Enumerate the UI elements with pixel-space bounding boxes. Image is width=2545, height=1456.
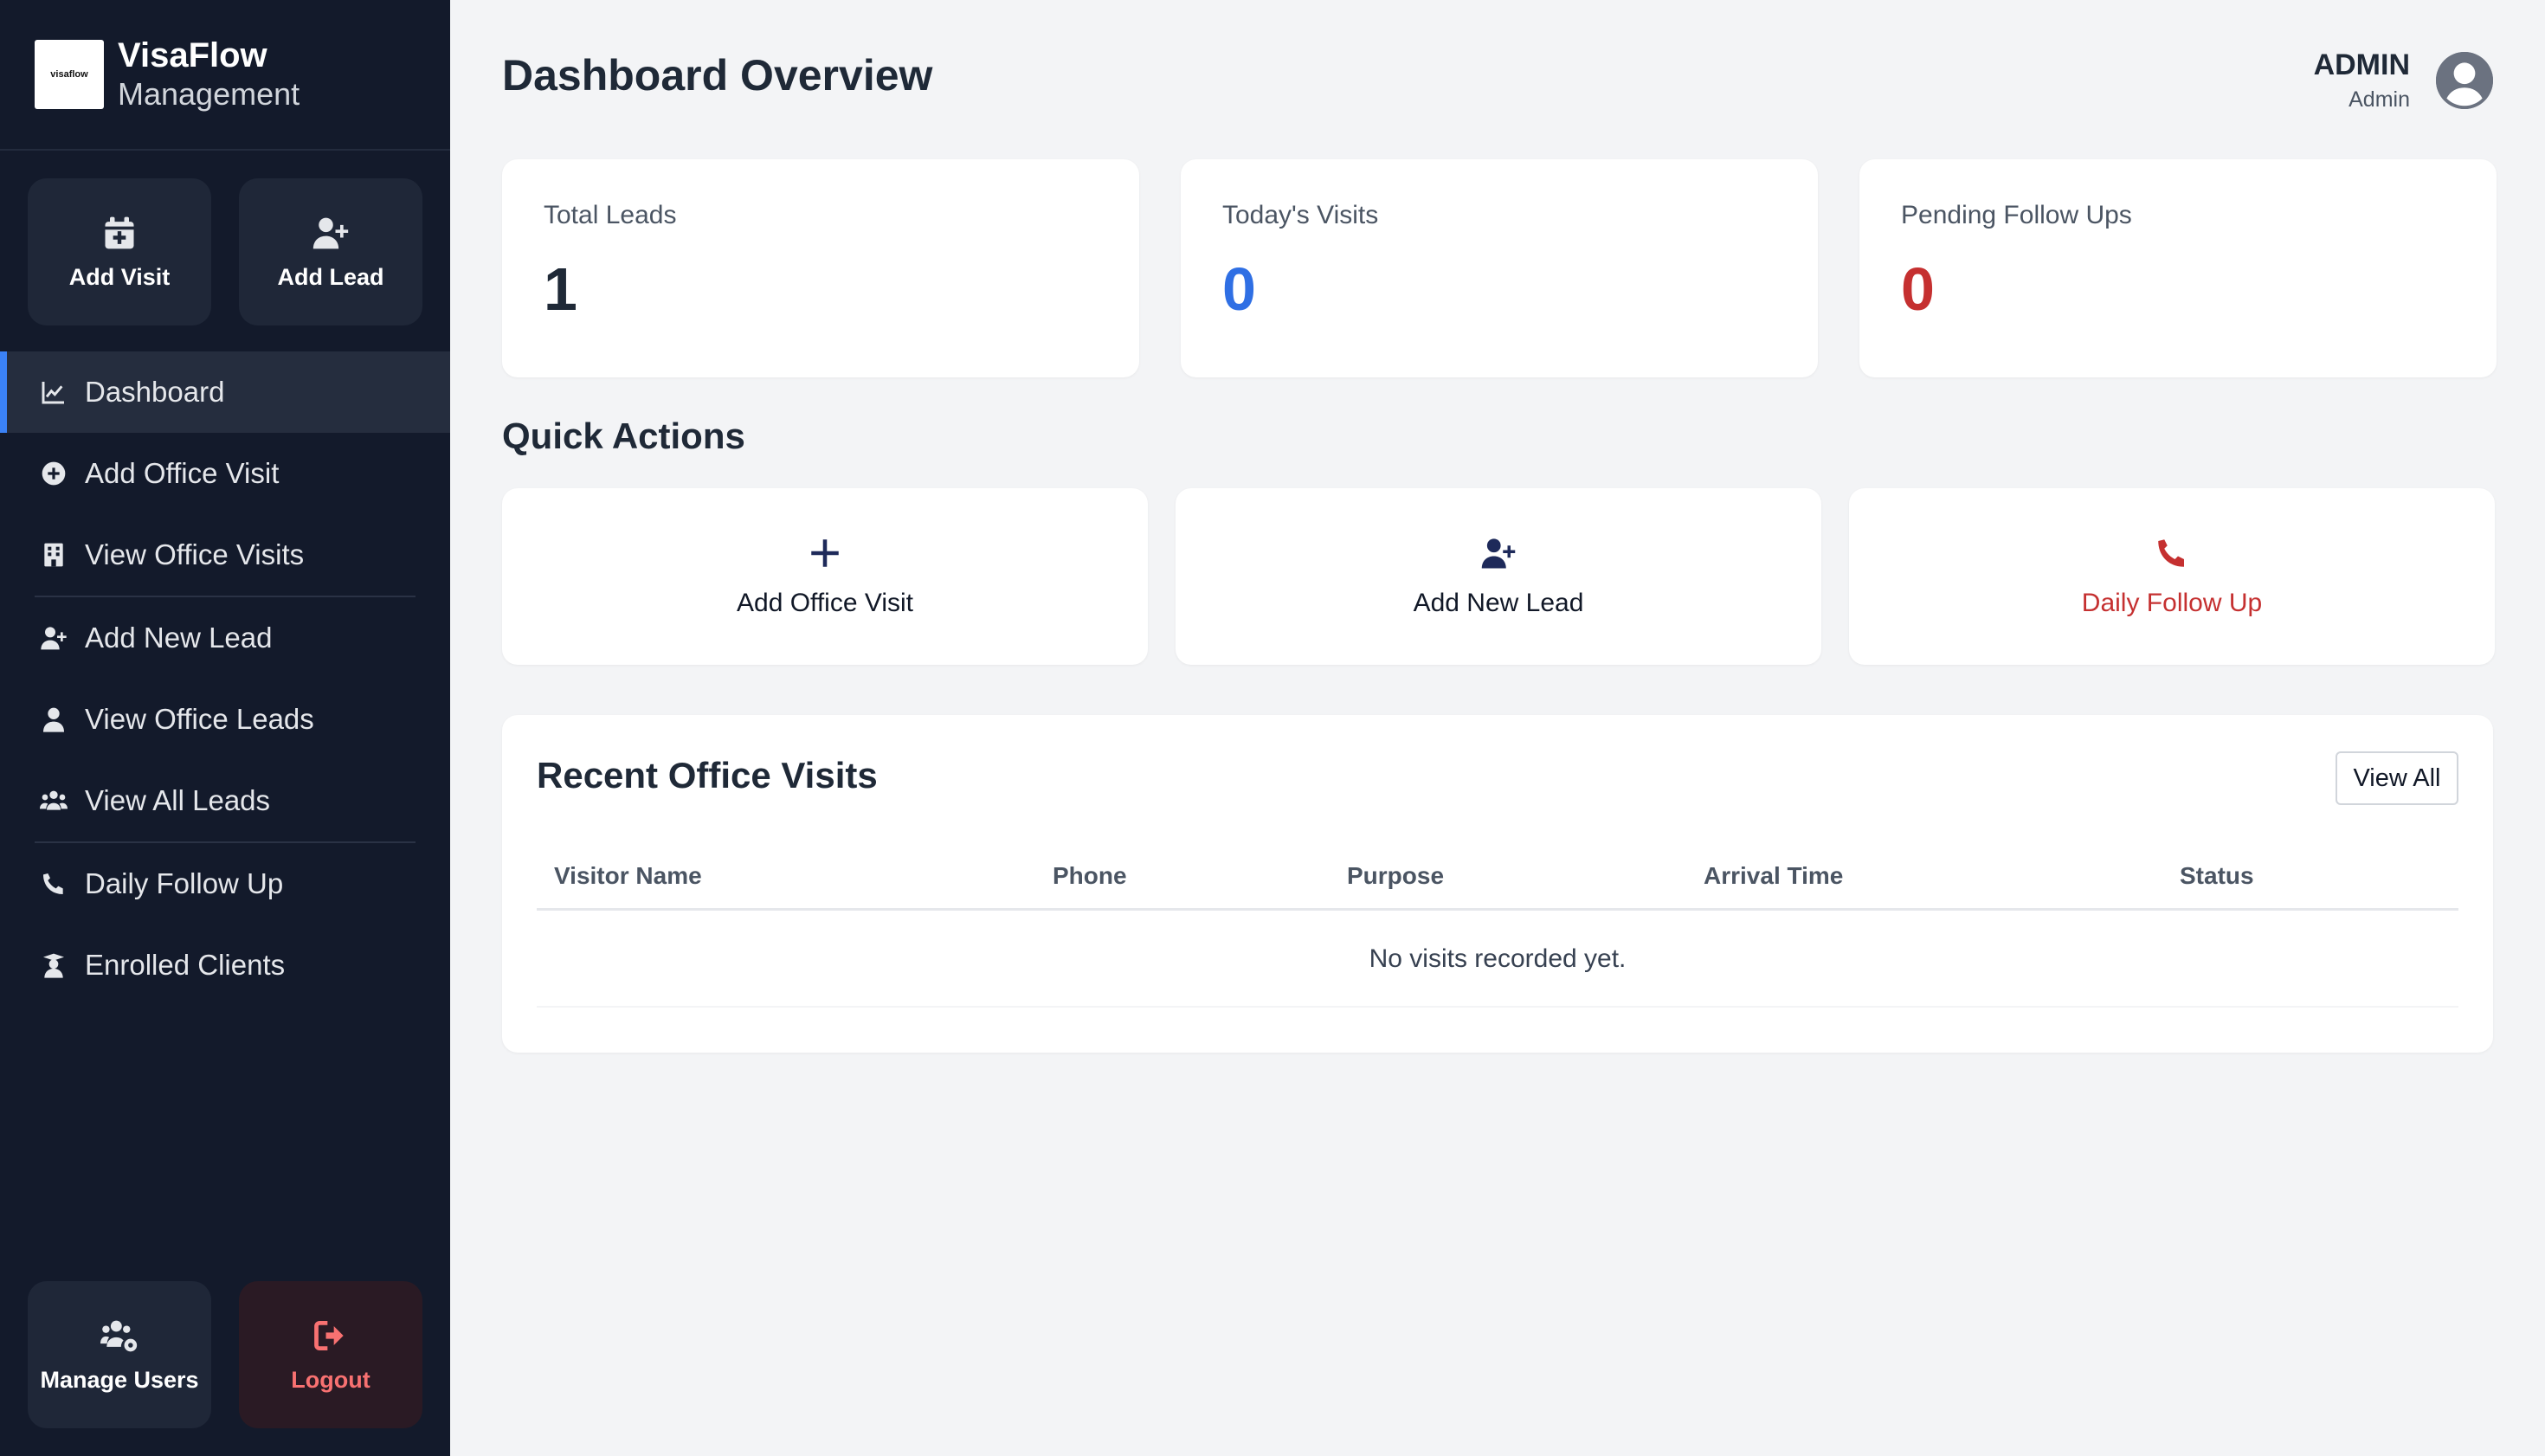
sidebar-item-daily-follow-up[interactable]: Daily Follow Up [0,843,450,924]
column-visitor-name: Visitor Name [554,862,702,889]
page-title: Dashboard Overview [502,51,933,100]
brand-name: VisaFlow [118,36,267,74]
user-role: Admin [2348,87,2410,112]
sidebar-item-view-office-leads[interactable]: View Office Leads [0,679,450,760]
phone-icon [2158,539,2184,567]
sidebar: visaflow VisaFlow Management Add Visit A… [0,0,450,1456]
user-tie-icon [43,707,64,732]
logout-label: Logout [291,1366,370,1393]
quick-actions-title: Quick Actions [502,416,745,456]
add-visit-button[interactable]: Add Visit [28,178,211,325]
plus-icon [811,539,839,567]
stat-card-pending-follow-ups: Pending Follow Ups 0 [1859,159,2497,377]
quick-action-label: Daily Follow Up [2081,589,2263,617]
sidebar-nav: Dashboard Add Office Visit View Office V… [0,351,450,1006]
view-all-button[interactable]: View All [2336,751,2458,805]
user-circle-icon [2436,52,2493,109]
chart-line-icon [42,382,64,404]
add-lead-button[interactable]: Add Lead [239,178,422,325]
quick-action-daily-follow-up[interactable]: Daily Follow Up [1849,488,2495,665]
recent-visits-card: Recent Office Visits View All Visitor Na… [502,715,2493,1053]
recent-visits-title: Recent Office Visits [537,755,878,796]
user-name: ADMIN [2313,48,2410,81]
logout-button[interactable]: Logout [239,1281,422,1428]
stat-label: Today's Visits [1222,201,1379,229]
plus-circle-icon [42,461,66,486]
column-phone: Phone [1053,862,1127,889]
brand-subtitle: Management [118,76,300,112]
column-arrival-time: Arrival Time [1704,862,1844,889]
stat-value: 0 [1222,255,1256,323]
sign-out-icon [314,1320,344,1350]
column-purpose: Purpose [1347,862,1445,889]
stat-value: 0 [1901,255,1935,323]
phone-icon [43,873,63,894]
quick-action-add-office-visit[interactable]: Add Office Visit [502,488,1148,665]
user-plus-icon [1481,538,1516,569]
table-header: Visitor Name Phone Purpose Arrival Time … [537,840,2458,911]
brand: visaflow VisaFlow Management [0,0,450,151]
users-cog-icon [100,1320,138,1351]
user-plus-icon [41,627,67,650]
sidebar-item-label: Daily Follow Up [85,867,284,899]
user-menu[interactable]: ADMIN Admin [2314,48,2493,113]
main-content: Dashboard Overview ADMIN Admin Total Lea… [450,0,2545,1456]
quick-action-add-new-lead[interactable]: Add New Lead [1176,488,1821,665]
sidebar-item-label: Add New Lead [85,622,273,654]
avatar[interactable] [2436,52,2493,109]
building-icon [44,543,63,567]
sidebar-item-add-new-lead[interactable]: Add New Lead [0,597,450,679]
stat-label: Pending Follow Ups [1901,201,2132,229]
stat-label: Total Leads [544,201,677,229]
graduate-icon [43,953,64,978]
brand-logo: visaflow [35,40,104,109]
stat-value: 1 [544,255,577,323]
sidebar-item-label: View All Leads [85,784,271,816]
quick-action-label: Add Office Visit [737,589,913,617]
calendar-plus-icon [105,216,134,248]
quick-action-label: Add New Lead [1413,589,1584,617]
column-status: Status [2180,862,2254,889]
sidebar-item-label: View Office Leads [85,703,314,735]
sidebar-item-label: Add Office Visit [85,457,280,489]
sidebar-item-label: Enrolled Clients [85,949,286,981]
users-icon [40,790,68,810]
sidebar-item-label: View Office Visits [85,538,305,570]
sidebar-item-label: Dashboard [85,376,225,408]
stat-card-total-leads: Total Leads 1 [502,159,1139,377]
sidebar-item-enrolled-clients[interactable]: Enrolled Clients [0,924,450,1006]
sidebar-item-view-all-leads[interactable]: View All Leads [0,760,450,841]
user-plus-icon [312,217,349,248]
sidebar-item-dashboard[interactable]: Dashboard [0,351,450,433]
sidebar-item-view-office-visits[interactable]: View Office Visits [0,514,450,596]
sidebar-item-add-office-visit[interactable]: Add Office Visit [0,433,450,514]
stat-card-todays-visits: Today's Visits 0 [1181,159,1818,377]
logo-text: visaflow [50,69,88,80]
add-visit-label: Add Visit [68,263,171,290]
manage-users-label: Manage Users [40,1366,199,1393]
quick-actions: Add Office Visit Add New Lead Daily Foll… [502,488,2495,665]
empty-state-row: No visits recorded yet. [537,912,2458,1008]
manage-users-button[interactable]: Manage Users [28,1281,211,1428]
add-lead-label: Add Lead [277,263,384,290]
stats-row: Total Leads 1 Today's Visits 0 Pending F… [502,159,2497,377]
